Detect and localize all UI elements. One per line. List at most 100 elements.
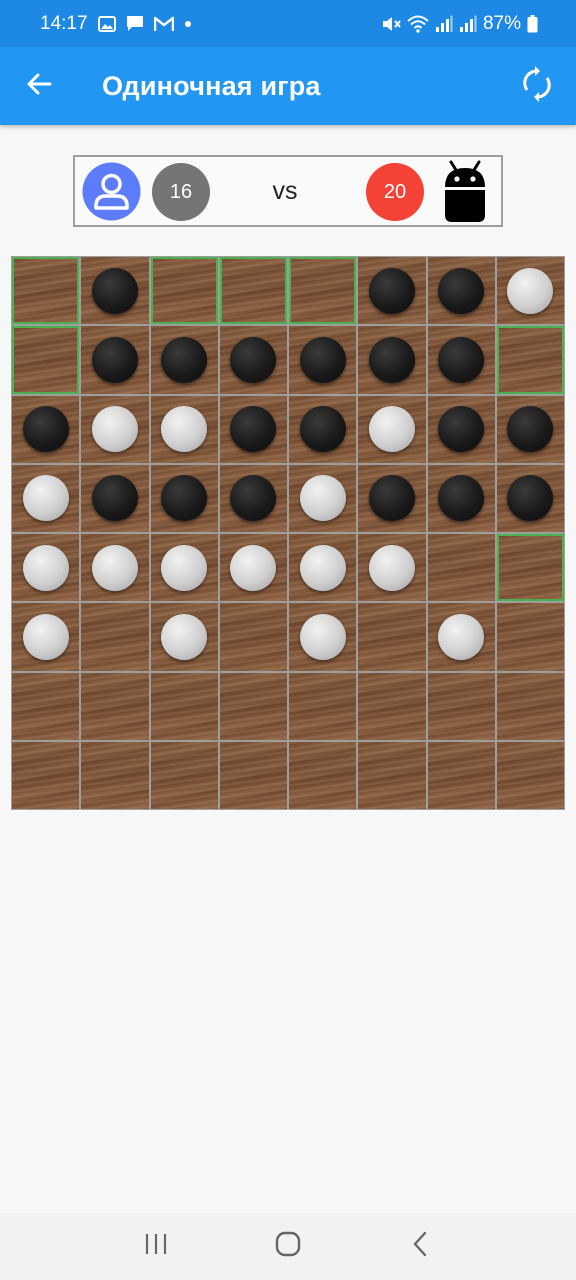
board-cell[interactable] xyxy=(81,603,149,671)
board-cell-hint[interactable] xyxy=(12,326,80,394)
board-cell[interactable] xyxy=(427,672,495,740)
board-cell[interactable] xyxy=(358,534,426,602)
board-cell[interactable] xyxy=(427,741,495,809)
board-cell-hint[interactable] xyxy=(219,257,287,325)
back-button[interactable] xyxy=(0,47,78,125)
board-cell[interactable] xyxy=(358,326,426,394)
board-cell[interactable] xyxy=(12,534,80,602)
signal-icon xyxy=(459,15,477,33)
white-disc xyxy=(161,613,208,660)
board-cell[interactable] xyxy=(12,603,80,671)
black-disc xyxy=(368,336,415,383)
app-bar: Одиночная игра xyxy=(0,47,576,125)
board-cell[interactable] xyxy=(150,603,218,671)
white-disc xyxy=(507,267,554,314)
mail-icon xyxy=(153,16,174,32)
board-cell[interactable] xyxy=(81,672,149,740)
recent-apps-button[interactable] xyxy=(126,1217,186,1277)
board-cell-hint[interactable] xyxy=(496,534,564,602)
board-cell[interactable] xyxy=(219,326,287,394)
board-cell[interactable] xyxy=(289,603,357,671)
board-cell[interactable] xyxy=(81,464,149,532)
board-cell[interactable] xyxy=(150,326,218,394)
board-cell[interactable] xyxy=(358,672,426,740)
mute-icon xyxy=(381,15,401,33)
board-cell[interactable] xyxy=(496,672,564,740)
board-cell[interactable] xyxy=(219,534,287,602)
board-cell[interactable] xyxy=(427,326,495,394)
board-cell[interactable] xyxy=(219,672,287,740)
board-cell[interactable] xyxy=(81,741,149,809)
board-cell[interactable] xyxy=(427,603,495,671)
white-disc xyxy=(22,544,69,591)
dot-icon xyxy=(184,20,192,28)
recent-apps-icon xyxy=(144,1233,168,1260)
black-disc xyxy=(230,406,277,453)
board-cell[interactable] xyxy=(289,741,357,809)
nav-back-button[interactable] xyxy=(390,1217,450,1277)
board-cell[interactable] xyxy=(358,257,426,325)
board-cell[interactable] xyxy=(219,741,287,809)
board-cell[interactable] xyxy=(289,395,357,463)
board-cell[interactable] xyxy=(358,741,426,809)
board-cell-hint[interactable] xyxy=(12,257,80,325)
board-cell[interactable] xyxy=(496,741,564,809)
board-cell[interactable] xyxy=(150,464,218,532)
board-cell[interactable] xyxy=(219,395,287,463)
board-cell[interactable] xyxy=(81,257,149,325)
white-disc xyxy=(299,613,346,660)
board-cell[interactable] xyxy=(427,464,495,532)
board-cell[interactable] xyxy=(81,534,149,602)
board-cell[interactable] xyxy=(427,395,495,463)
person-avatar-icon xyxy=(82,162,141,221)
board-cell-hint[interactable] xyxy=(496,326,564,394)
board-cell[interactable] xyxy=(150,672,218,740)
board-cell[interactable] xyxy=(496,603,564,671)
board-cell[interactable] xyxy=(219,464,287,532)
android-icon xyxy=(439,159,491,225)
board-cell[interactable] xyxy=(150,741,218,809)
home-button[interactable] xyxy=(258,1217,318,1277)
board-cell[interactable] xyxy=(427,534,495,602)
board-cell[interactable] xyxy=(12,395,80,463)
board-cell[interactable] xyxy=(12,672,80,740)
board-cell[interactable] xyxy=(496,257,564,325)
white-disc xyxy=(91,544,138,591)
board-cell[interactable] xyxy=(81,326,149,394)
message-icon xyxy=(126,15,144,32)
board-cell[interactable] xyxy=(12,464,80,532)
black-disc xyxy=(230,336,277,383)
battery-percent: 87% xyxy=(482,12,521,34)
black-disc xyxy=(438,475,485,522)
board-cell[interactable] xyxy=(358,603,426,671)
black-disc xyxy=(438,267,485,314)
board-cell[interactable] xyxy=(496,395,564,463)
board-cell[interactable] xyxy=(289,464,357,532)
board-cell[interactable] xyxy=(358,395,426,463)
refresh-button[interactable] xyxy=(498,47,576,125)
board-cell[interactable] xyxy=(150,395,218,463)
ai-score-badge: 20 xyxy=(366,163,424,221)
black-disc xyxy=(22,406,69,453)
signal-icon xyxy=(435,15,453,33)
board-cell[interactable] xyxy=(81,395,149,463)
human-score-badge: 16 xyxy=(152,163,210,221)
board-cell[interactable] xyxy=(219,603,287,671)
board-cell-hint[interactable] xyxy=(289,257,357,325)
white-disc xyxy=(22,613,69,660)
white-disc xyxy=(161,406,208,453)
board-cell[interactable] xyxy=(496,464,564,532)
board-cell[interactable] xyxy=(12,741,80,809)
board-cell[interactable] xyxy=(289,534,357,602)
black-disc xyxy=(507,475,554,522)
board-cell[interactable] xyxy=(150,534,218,602)
board-cell[interactable] xyxy=(289,326,357,394)
status-bar: 14:17 87% xyxy=(0,0,576,47)
board-cell[interactable] xyxy=(358,464,426,532)
board-cell[interactable] xyxy=(427,257,495,325)
board-cell-hint[interactable] xyxy=(150,257,218,325)
vs-label: vs xyxy=(272,177,298,205)
black-disc xyxy=(91,267,138,314)
wifi-icon xyxy=(407,15,429,33)
board-cell[interactable] xyxy=(289,672,357,740)
